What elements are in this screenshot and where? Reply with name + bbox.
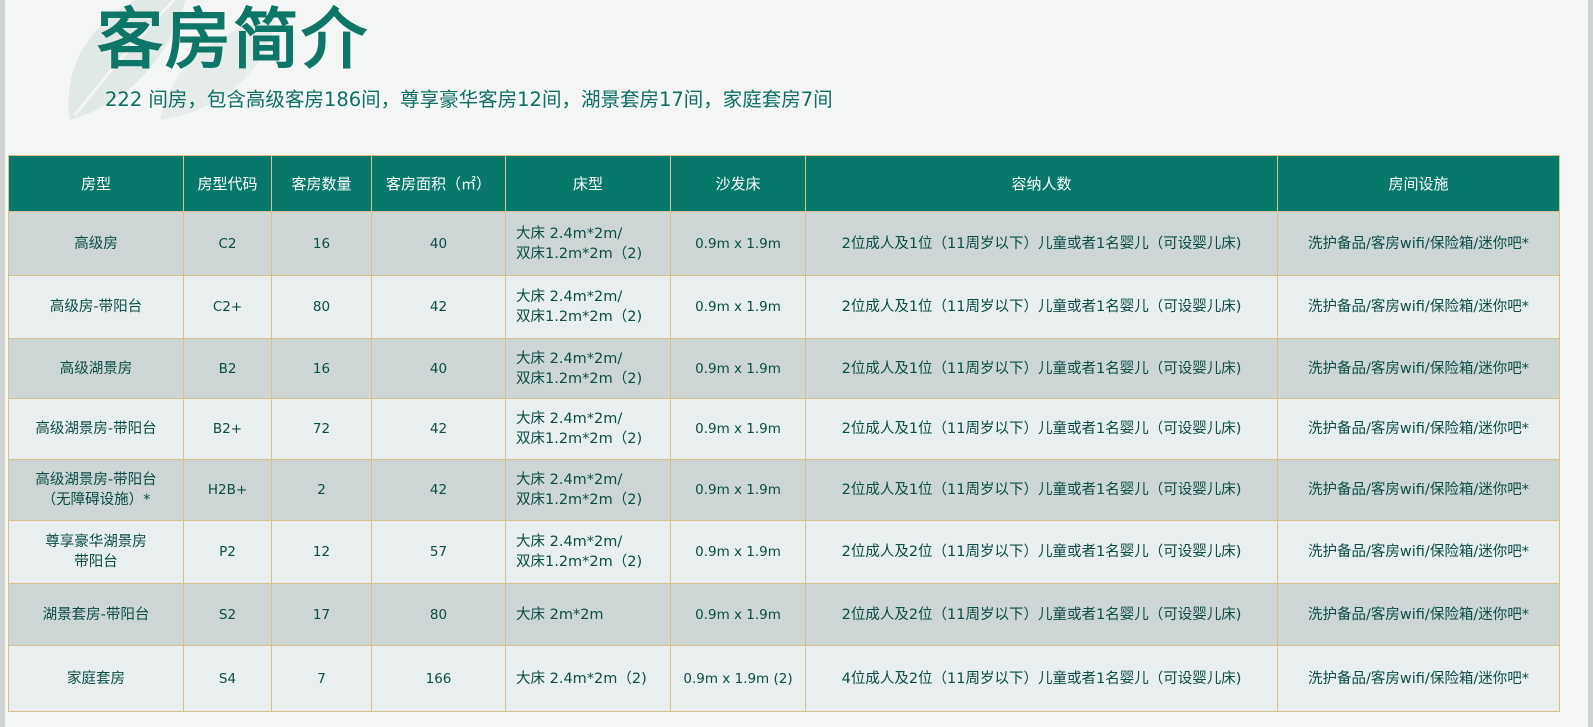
header-room-area: 客房面积（㎡） <box>371 155 506 212</box>
cell-bed-type: 大床 2.4m*2m/ 双床1.2m*2m（2) <box>505 338 671 399</box>
cell-room-type: 高级湖景房 <box>8 338 184 399</box>
cell-sofa-bed: 0.9m x 1.9m <box>670 459 806 521</box>
table-header-row: 房型 房型代码 客房数量 客房面积（㎡） 床型 沙发床 容纳人数 房间设施 <box>8 155 1560 212</box>
cell-room-type: 高级湖景房-带阳台 <box>8 398 184 460</box>
cell-room-code: C2+ <box>183 275 272 339</box>
header-room-count: 客房数量 <box>271 155 372 212</box>
cell-sofa-bed: 0.9m x 1.9m <box>670 520 806 584</box>
cell-room-code: S4 <box>183 645 272 712</box>
cell-capacity: 2位成人及1位（11周岁以下）儿童或者1名婴儿（可设婴儿床) <box>805 338 1278 399</box>
cell-room-count: 7 <box>271 645 372 712</box>
cell-bed-type: 大床 2.4m*2m/ 双床1.2m*2m（2) <box>505 398 671 460</box>
cell-room-type: 高级房 <box>8 211 184 276</box>
cell-room-type: 湖景套房-带阳台 <box>8 583 184 646</box>
cell-room-area: 40 <box>371 338 506 399</box>
cell-facilities: 洗护备品/客房wifi/保险箱/迷你吧* <box>1277 583 1560 646</box>
table-row: 尊享豪华湖景房 带阳台 P2 12 57 大床 2.4m*2m/ 双床1.2m*2m（2… <box>8 520 1560 584</box>
page-border-left <box>0 0 5 727</box>
cell-room-area: 80 <box>371 583 506 646</box>
cell-room-area: 42 <box>371 275 506 339</box>
cell-bed-type: 大床 2.4m*2m（2) <box>505 645 671 712</box>
cell-room-code: H2B+ <box>183 459 272 521</box>
cell-facilities: 洗护备品/客房wifi/保险箱/迷你吧* <box>1277 338 1560 399</box>
cell-capacity: 2位成人及2位（11周岁以下）儿童或者1名婴儿（可设婴儿床) <box>805 583 1278 646</box>
table-row: 高级湖景房-带阳台 （无障碍设施）* H2B+ 2 42 大床 2.4m*2m/ 双床1… <box>8 459 1560 521</box>
cell-bed-type: 大床 2.4m*2m/ 双床1.2m*2m（2) <box>505 459 671 521</box>
cell-room-area: 42 <box>371 398 506 460</box>
cell-room-count: 17 <box>271 583 372 646</box>
cell-capacity: 2位成人及1位（11周岁以下）儿童或者1名婴儿（可设婴儿床) <box>805 459 1278 521</box>
room-table: 房型 房型代码 客房数量 客房面积（㎡） 床型 沙发床 容纳人数 房间设施 高级… <box>8 155 1560 712</box>
cell-capacity: 4位成人及2位（11周岁以下）儿童或者1名婴儿（可设婴儿床) <box>805 645 1278 712</box>
cell-sofa-bed: 0.9m x 1.9m <box>670 275 806 339</box>
cell-bed-type: 大床 2.4m*2m/ 双床1.2m*2m（2) <box>505 211 671 276</box>
cell-capacity: 2位成人及2位（11周岁以下）儿童或者1名婴儿（可设婴儿床) <box>805 520 1278 584</box>
cell-sofa-bed: 0.9m x 1.9m <box>670 583 806 646</box>
cell-bed-type: 大床 2.4m*2m/ 双床1.2m*2m（2) <box>505 520 671 584</box>
cell-room-type: 家庭套房 <box>8 645 184 712</box>
cell-sofa-bed: 0.9m x 1.9m <box>670 211 806 276</box>
cell-room-code: C2 <box>183 211 272 276</box>
header-bed-type: 床型 <box>505 155 671 212</box>
cell-bed-type: 大床 2.4m*2m/ 双床1.2m*2m（2) <box>505 275 671 339</box>
table-row: 高级房 C2 16 40 大床 2.4m*2m/ 双床1.2m*2m（2) 0.9m x … <box>8 211 1560 276</box>
cell-facilities: 洗护备品/客房wifi/保险箱/迷你吧* <box>1277 645 1560 712</box>
header-room-type: 房型 <box>8 155 184 212</box>
table-row: 高级湖景房-带阳台 B2+ 72 42 大床 2.4m*2m/ 双床1.2m*2m（2)… <box>8 398 1560 460</box>
cell-room-code: B2 <box>183 338 272 399</box>
page-title: 客房简介 <box>97 1 369 78</box>
cell-room-area: 40 <box>371 211 506 276</box>
cell-sofa-bed: 0.9m x 1.9m <box>670 338 806 399</box>
cell-facilities: 洗护备品/客房wifi/保险箱/迷你吧* <box>1277 459 1560 521</box>
cell-facilities: 洗护备品/客房wifi/保险箱/迷你吧* <box>1277 211 1560 276</box>
table-row: 家庭套房 S4 7 166 大床 2.4m*2m（2) 0.9m x 1.9m (2) 4位… <box>8 645 1560 712</box>
cell-room-count: 72 <box>271 398 372 460</box>
cell-sofa-bed: 0.9m x 1.9m (2) <box>670 645 806 712</box>
page-subtitle: 222 间房，包含高级客房186间，尊享豪华客房12间，湖景套房17间，家庭套房… <box>105 88 833 111</box>
cell-room-area: 166 <box>371 645 506 712</box>
cell-facilities: 洗护备品/客房wifi/保险箱/迷你吧* <box>1277 398 1560 460</box>
table-row: 高级房-带阳台 C2+ 80 42 大床 2.4m*2m/ 双床1.2m*2m（2) 0.… <box>8 275 1560 339</box>
cell-room-type: 尊享豪华湖景房 带阳台 <box>8 520 184 584</box>
header-room-code: 房型代码 <box>183 155 272 212</box>
cell-room-type: 高级房-带阳台 <box>8 275 184 339</box>
cell-capacity: 2位成人及1位（11周岁以下）儿童或者1名婴儿（可设婴儿床) <box>805 398 1278 460</box>
cell-room-count: 80 <box>271 275 372 339</box>
table-row: 高级湖景房 B2 16 40 大床 2.4m*2m/ 双床1.2m*2m（2) 0.9m … <box>8 338 1560 399</box>
cell-capacity: 2位成人及1位（11周岁以下）儿童或者1名婴儿（可设婴儿床) <box>805 275 1278 339</box>
cell-room-count: 16 <box>271 211 372 276</box>
cell-room-count: 12 <box>271 520 372 584</box>
cell-room-type: 高级湖景房-带阳台 （无障碍设施）* <box>8 459 184 521</box>
cell-room-code: P2 <box>183 520 272 584</box>
cell-bed-type: 大床 2m*2m <box>505 583 671 646</box>
cell-room-area: 57 <box>371 520 506 584</box>
header-facilities: 房间设施 <box>1277 155 1560 212</box>
cell-room-count: 2 <box>271 459 372 521</box>
table-row: 湖景套房-带阳台 S2 17 80 大床 2m*2m 0.9m x 1.9m 2位成人及2位… <box>8 583 1560 646</box>
page-border-right <box>1588 0 1593 727</box>
cell-room-area: 42 <box>371 459 506 521</box>
cell-facilities: 洗护备品/客房wifi/保险箱/迷你吧* <box>1277 520 1560 584</box>
cell-facilities: 洗护备品/客房wifi/保险箱/迷你吧* <box>1277 275 1560 339</box>
cell-room-code: S2 <box>183 583 272 646</box>
header-capacity: 容纳人数 <box>805 155 1278 212</box>
cell-room-code: B2+ <box>183 398 272 460</box>
cell-room-count: 16 <box>271 338 372 399</box>
header-sofa-bed: 沙发床 <box>670 155 806 212</box>
cell-capacity: 2位成人及1位（11周岁以下）儿童或者1名婴儿（可设婴儿床) <box>805 211 1278 276</box>
cell-sofa-bed: 0.9m x 1.9m <box>670 398 806 460</box>
